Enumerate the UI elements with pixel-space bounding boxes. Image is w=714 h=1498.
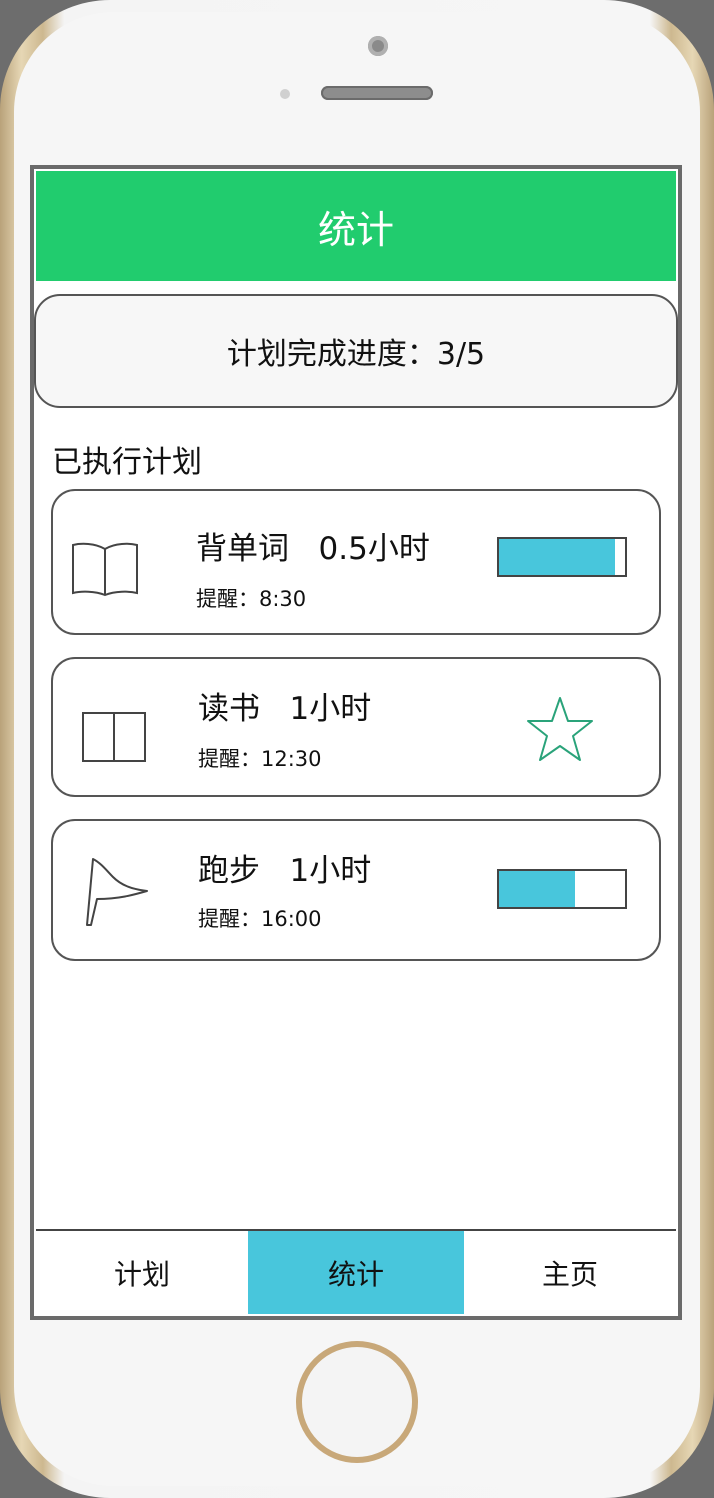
front-camera xyxy=(368,36,388,56)
plan-progress-text: 计划完成进度：3/5 xyxy=(226,337,486,372)
plan-title: 背单词 0.5小时 xyxy=(196,531,430,567)
plan-card-running[interactable]: 跑步 1小时 提醒：16:00 xyxy=(51,819,661,961)
plan-title: 读书 1小时 xyxy=(198,691,372,727)
plan-reminder: 提醒：12:30 xyxy=(198,747,322,771)
tab-plan[interactable]: 计划 xyxy=(36,1231,248,1314)
plan-progress-bar xyxy=(497,537,627,577)
plan-card-reading[interactable]: 读书 1小时 提醒：12:30 xyxy=(51,657,661,797)
phone-frame: 统计 计划完成进度：3/5 已执行计划 背单词 0.5小时 提醒：8:30 读书… xyxy=(0,0,714,1498)
star-icon[interactable] xyxy=(525,695,595,763)
tab-home[interactable]: 主页 xyxy=(464,1231,676,1314)
plan-title: 跑步 1小时 xyxy=(198,853,372,889)
header-bar: 统计 xyxy=(36,171,676,281)
book-icon xyxy=(82,712,146,762)
executed-plans-heading: 已执行计划 xyxy=(52,445,202,480)
plan-progress-fill xyxy=(499,539,615,575)
page-title: 统计 xyxy=(317,207,394,252)
app-screen: 统计 计划完成进度：3/5 已执行计划 背单词 0.5小时 提醒：8:30 读书… xyxy=(30,165,682,1320)
book-icon xyxy=(72,542,138,597)
tab-statistics[interactable]: 统计 xyxy=(248,1231,464,1314)
plan-progress-card: 计划完成进度：3/5 xyxy=(34,294,678,408)
tab-label: 主页 xyxy=(541,1257,598,1291)
plan-reminder: 提醒：16:00 xyxy=(198,907,322,931)
plan-reminder: 提醒：8:30 xyxy=(196,587,307,611)
flag-icon xyxy=(86,858,148,926)
home-button[interactable] xyxy=(296,1341,418,1463)
proximity-sensor xyxy=(280,89,290,99)
tab-label: 统计 xyxy=(327,1257,384,1291)
earpiece-speaker xyxy=(321,86,433,100)
tab-label: 计划 xyxy=(113,1257,170,1291)
plan-progress-bar xyxy=(497,869,627,909)
plan-card-vocabulary[interactable]: 背单词 0.5小时 提醒：8:30 xyxy=(51,489,661,635)
bottom-tab-bar: 计划 统计 主页 xyxy=(36,1229,676,1314)
plan-progress-fill xyxy=(499,871,575,907)
